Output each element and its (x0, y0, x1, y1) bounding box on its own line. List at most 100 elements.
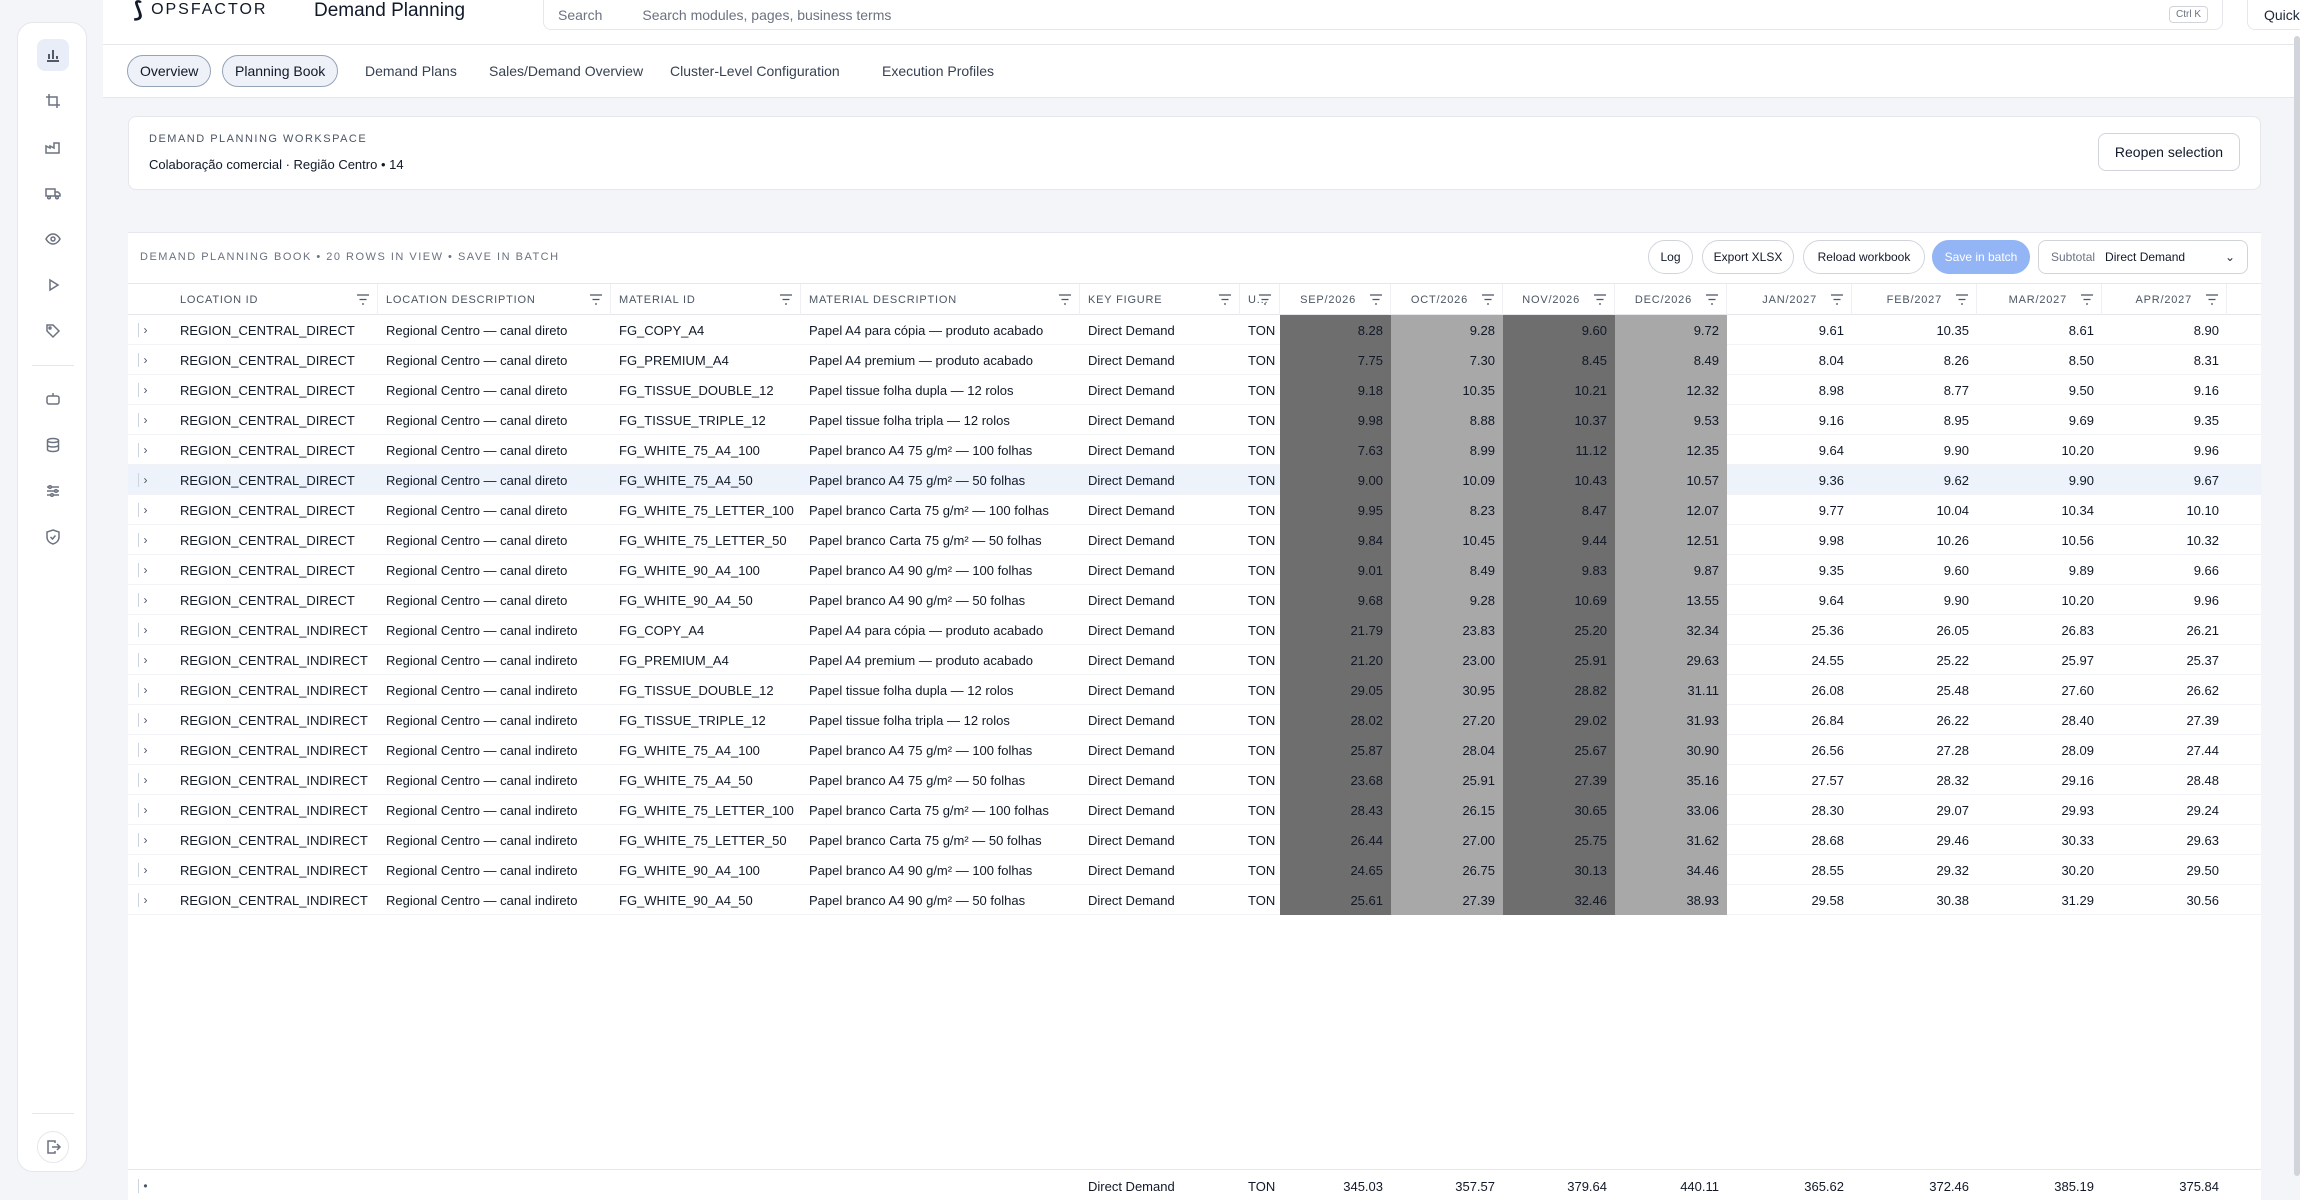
chevron-right-icon[interactable]: › (138, 773, 152, 787)
table-cell-jan-2027[interactable]: 9.77 (1727, 495, 1852, 525)
column-header-sep-2026[interactable]: SEP/2026 (1280, 284, 1391, 315)
table-row[interactable]: › REGION_CENTRAL_DIRECT Regional Centro — … (128, 465, 2261, 495)
chevron-right-icon[interactable]: › (138, 683, 152, 697)
table-cell-oct-2026[interactable]: 25.91 (1391, 765, 1503, 795)
table-cell-apr-2027[interactable]: 9.66 (2102, 555, 2227, 585)
tab-planning-book[interactable]: Planning Book (222, 55, 339, 87)
table-cell-mar-2027[interactable]: 10.20 (1977, 585, 2102, 615)
table-cell-oct-2026[interactable]: 10.35 (1391, 375, 1503, 405)
table-cell-mar-2027[interactable]: 26.83 (1977, 615, 2102, 645)
table-row[interactable]: › REGION_CENTRAL_DIRECT Regional Centro — … (128, 555, 2261, 585)
table-cell-jan-2027[interactable]: 28.55 (1727, 855, 1852, 885)
filter-icon[interactable] (1370, 294, 1382, 305)
tab-sales-demand-overview[interactable]: Sales/Demand Overview (477, 55, 655, 87)
table-cell-sep-2026[interactable]: 29.05 (1280, 675, 1391, 705)
chevron-right-icon[interactable]: › (138, 503, 152, 517)
table-row[interactable]: › REGION_CENTRAL_DIRECT Regional Centro — … (128, 585, 2261, 615)
table-cell-oct-2026[interactable]: 8.49 (1391, 555, 1503, 585)
truck-icon[interactable] (37, 177, 69, 209)
table-cell-sep-2026[interactable]: 25.61 (1280, 885, 1391, 915)
table-cell-apr-2027[interactable]: 9.96 (2102, 435, 2227, 465)
table-row[interactable]: › REGION_CENTRAL_INDIRECT Regional Centro … (128, 645, 2261, 675)
table-cell-nov-2026[interactable]: 8.45 (1503, 345, 1615, 375)
chevron-right-icon[interactable]: › (138, 383, 152, 397)
table-row[interactable]: › REGION_CENTRAL_INDIRECT Regional Centro … (128, 675, 2261, 705)
table-cell-nov-2026[interactable]: 11.12 (1503, 435, 1615, 465)
table-cell-nov-2026[interactable]: 28.82 (1503, 675, 1615, 705)
table-cell-jan-2027[interactable]: 29.58 (1727, 885, 1852, 915)
factory-icon[interactable] (37, 131, 69, 163)
table-cell-nov-2026[interactable]: 10.43 (1503, 465, 1615, 495)
chevron-right-icon[interactable]: › (138, 533, 152, 547)
table-cell-apr-2027[interactable]: 29.24 (2102, 795, 2227, 825)
table-cell-nov-2026[interactable]: 29.02 (1503, 705, 1615, 735)
table-cell-mar-2027[interactable]: 31.29 (1977, 885, 2102, 915)
table-cell-nov-2026[interactable]: 25.91 (1503, 645, 1615, 675)
filter-icon[interactable] (1219, 294, 1231, 305)
table-cell-apr-2027[interactable]: 29.50 (2102, 855, 2227, 885)
table-cell-jan-2027[interactable]: 9.36 (1727, 465, 1852, 495)
column-header-key-figure[interactable]: KEY FIGURE (1080, 284, 1240, 315)
table-cell-sep-2026[interactable]: 9.01 (1280, 555, 1391, 585)
chevron-right-icon[interactable]: › (138, 593, 152, 607)
tab-overview[interactable]: Overview (127, 55, 212, 87)
table-cell-feb-2027[interactable]: 8.77 (1852, 375, 1977, 405)
table-cell-sep-2026[interactable]: 24.65 (1280, 855, 1391, 885)
tab-execution-profiles[interactable]: Execution Profiles (870, 55, 1006, 87)
table-cell-sep-2026[interactable]: 7.63 (1280, 435, 1391, 465)
table-cell-dec-2026[interactable]: 12.07 (1615, 495, 1727, 525)
table-cell-sep-2026[interactable]: 26.44 (1280, 825, 1391, 855)
column-header-material-description[interactable]: MATERIAL DESCRIPTION (801, 284, 1080, 315)
column-header-apr-2027[interactable]: APR/2027 (2102, 284, 2227, 315)
table-cell-mar-2027[interactable]: 9.90 (1977, 465, 2102, 495)
table-cell-feb-2027[interactable]: 9.90 (1852, 435, 1977, 465)
table-cell-dec-2026[interactable]: 9.87 (1615, 555, 1727, 585)
table-cell-nov-2026[interactable]: 10.21 (1503, 375, 1615, 405)
crop-icon[interactable] (37, 85, 69, 117)
table-cell-dec-2026[interactable]: 12.32 (1615, 375, 1727, 405)
chevron-right-icon[interactable]: › (138, 803, 152, 817)
table-cell-dec-2026[interactable]: 35.16 (1615, 765, 1727, 795)
tab-cluster-level-configuration[interactable]: Cluster-Level Configuration (658, 55, 852, 87)
table-cell-sep-2026[interactable]: 9.98 (1280, 405, 1391, 435)
eye-icon[interactable] (37, 223, 69, 255)
filter-icon[interactable] (1831, 294, 1843, 305)
table-cell-feb-2027[interactable]: 10.04 (1852, 495, 1977, 525)
table-cell-feb-2027[interactable]: 28.32 (1852, 765, 1977, 795)
table-cell-sep-2026[interactable]: 25.87 (1280, 735, 1391, 765)
table-cell-sep-2026[interactable]: 9.95 (1280, 495, 1391, 525)
table-cell-nov-2026[interactable]: 32.46 (1503, 885, 1615, 915)
table-cell-apr-2027[interactable]: 9.96 (2102, 585, 2227, 615)
column-header-feb-2027[interactable]: FEB/2027 (1852, 284, 1977, 315)
table-row[interactable]: › REGION_CENTRAL_INDIRECT Regional Centro … (128, 615, 2261, 645)
table-cell-oct-2026[interactable]: 23.00 (1391, 645, 1503, 675)
filter-icon[interactable] (1259, 294, 1271, 305)
table-cell-oct-2026[interactable]: 26.15 (1391, 795, 1503, 825)
table-cell-apr-2027[interactable]: 10.10 (2102, 495, 2227, 525)
table-row[interactable]: › REGION_CENTRAL_DIRECT Regional Centro — … (128, 435, 2261, 465)
chart-bar-icon[interactable] (37, 39, 69, 71)
table-cell-dec-2026[interactable]: 8.49 (1615, 345, 1727, 375)
table-cell-oct-2026[interactable]: 8.23 (1391, 495, 1503, 525)
save-in-batch-button[interactable]: Save in batch (1932, 240, 2030, 274)
table-cell-mar-2027[interactable]: 10.20 (1977, 435, 2102, 465)
filter-icon[interactable] (1594, 294, 1606, 305)
table-cell-feb-2027[interactable]: 29.32 (1852, 855, 1977, 885)
tab-demand-plans[interactable]: Demand Plans (353, 55, 469, 87)
table-cell-oct-2026[interactable]: 10.45 (1391, 525, 1503, 555)
table-cell-mar-2027[interactable]: 30.20 (1977, 855, 2102, 885)
filter-icon[interactable] (2081, 294, 2093, 305)
table-cell-apr-2027[interactable]: 9.16 (2102, 375, 2227, 405)
table-cell-mar-2027[interactable]: 30.33 (1977, 825, 2102, 855)
chevron-right-icon[interactable]: › (138, 323, 152, 337)
table-cell-sep-2026[interactable]: 9.18 (1280, 375, 1391, 405)
chevron-right-icon[interactable]: › (138, 443, 152, 457)
filter-icon[interactable] (590, 294, 602, 305)
table-cell-apr-2027[interactable]: 27.44 (2102, 735, 2227, 765)
table-cell-sep-2026[interactable]: 9.68 (1280, 585, 1391, 615)
table-row[interactable]: › REGION_CENTRAL_INDIRECT Regional Centro … (128, 825, 2261, 855)
table-cell-apr-2027[interactable]: 27.39 (2102, 705, 2227, 735)
filter-icon[interactable] (2206, 294, 2218, 305)
column-header-jan-2027[interactable]: JAN/2027 (1727, 284, 1852, 315)
table-cell-sep-2026[interactable]: 21.79 (1280, 615, 1391, 645)
